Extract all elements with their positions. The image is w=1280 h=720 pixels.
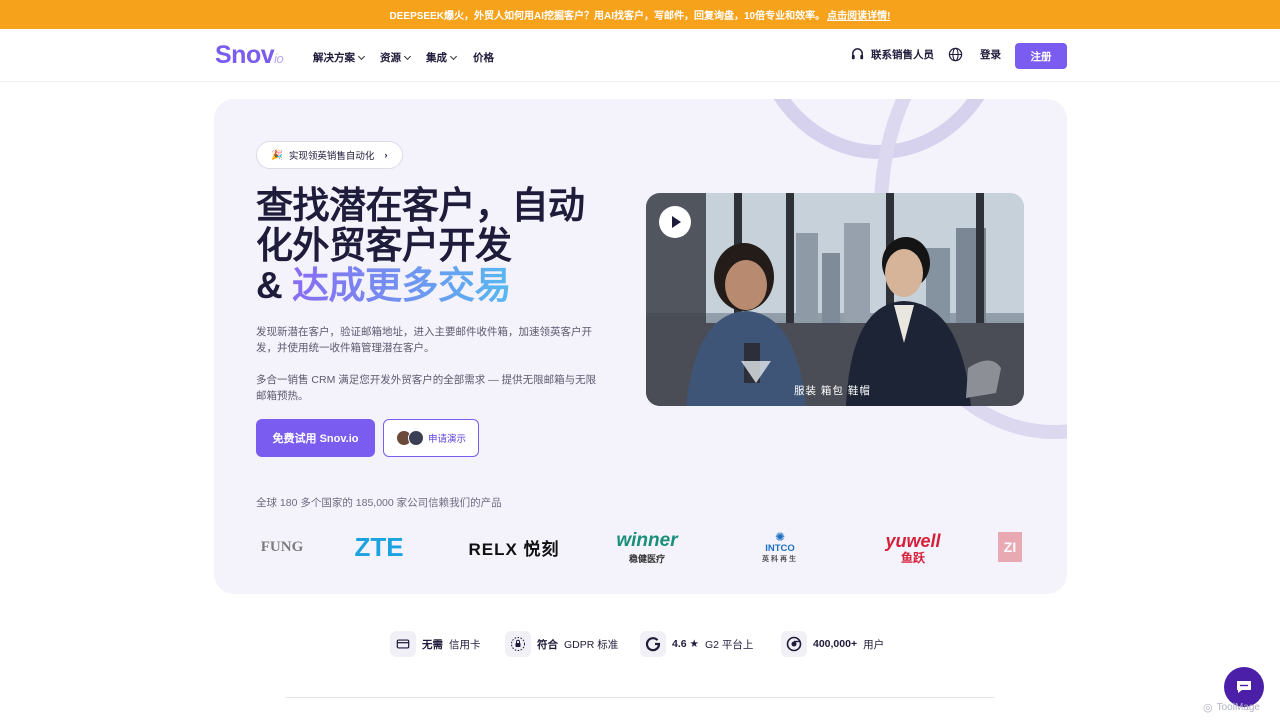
- top-announcement-banner: DEEPSEEK爆火，外贸人如何用AI挖掘客户？用AI找客户，写邮件，回复询盘，…: [0, 0, 1280, 29]
- play-button[interactable]: [659, 206, 691, 238]
- play-icon: [671, 216, 681, 228]
- signup-button[interactable]: 注册: [1015, 43, 1067, 69]
- logo-intco-en: INTCO: [765, 542, 795, 554]
- badge-text: GDPR 标准: [564, 638, 619, 651]
- globe-icon: [948, 47, 963, 62]
- badge-strong: 4.6 ★: [672, 638, 699, 650]
- nav-resources-label: 资源: [380, 52, 401, 64]
- badge-users: 400,000+ 用户: [781, 630, 884, 658]
- logo-main: Snov: [215, 41, 275, 69]
- nav-integrations[interactable]: 集成: [426, 50, 458, 65]
- login-link[interactable]: 登录: [980, 47, 1001, 62]
- request-demo-label: 申请演示: [427, 434, 466, 445]
- logo-intco-cn: 英科再生: [762, 555, 798, 563]
- contact-sales-link[interactable]: 联系销售人员: [850, 47, 934, 62]
- banner-link[interactable]: 点击阅读详情!: [827, 7, 890, 22]
- logo-fung: FUNG: [260, 538, 304, 555]
- signup-label: 注册: [1030, 50, 1052, 63]
- feature-pill-label: 实现领英销售自动化: [288, 151, 375, 162]
- hero-section: 🎉 实现领英销售自动化 › 查找潜在客户，自动 化外贸客户开发 & 达成更多交易…: [214, 99, 1067, 594]
- party-icon: 🎉: [271, 149, 283, 161]
- nav-resources[interactable]: 资源: [380, 50, 412, 65]
- logo-zte: ZTE: [354, 531, 404, 562]
- chat-bubble-icon: [1237, 681, 1251, 693]
- nav-solutions[interactable]: 解决方案: [313, 50, 366, 65]
- logo-yuwell: yuwell 鱼跃: [878, 524, 948, 570]
- video-scene: [646, 193, 1024, 406]
- contact-sales-label: 联系销售人员: [871, 49, 934, 61]
- logo-winner-en: winner: [616, 529, 678, 551]
- credit-card-icon: [390, 631, 416, 657]
- hero-description-2: 多合一销售 CRM 满足您开发外贸客户的全部需求 — 提供无限邮箱与无限邮箱预热…: [256, 374, 597, 402]
- logo-intco: ✺ INTCO 英科再生: [756, 524, 804, 570]
- badge-text: 信用卡: [449, 638, 481, 651]
- chrome-icon: [781, 631, 807, 657]
- main-navbar: Snovio 解决方案 资源 集成 价格 联系销售人员 登录 注册: [0, 29, 1280, 82]
- customer-logos-strip: FUNG ZTE RELX 悦刻 winner 稳健医疗 ✺ INTCO 英科再…: [256, 524, 1026, 570]
- badge-text: G2 平台上: [704, 638, 754, 651]
- chevron-down-icon: [403, 52, 412, 60]
- watermark: ◎ ToolMage: [1203, 701, 1260, 714]
- headset-icon: [851, 48, 864, 60]
- badge-strong: 符合: [537, 638, 558, 651]
- section-divider: [286, 697, 994, 698]
- logo-winner-cn: 稳健医疗: [628, 553, 665, 564]
- chevron-down-icon: [449, 52, 458, 60]
- free-trial-label: 免费试用 Snov.io: [272, 433, 359, 445]
- hero-title: 查找潜在客户，自动 化外贸客户开发 & 达成更多交易: [256, 186, 616, 306]
- hero-description-1: 发现新潜在客户，验证邮箱地址，进入主要邮件收件箱，加速领英客户开发，并使用统一收…: [256, 326, 592, 354]
- watermark-icon: ◎: [1203, 702, 1213, 714]
- snovio-logo[interactable]: Snovio: [215, 41, 284, 70]
- hero-video[interactable]: 服装 箱包 鞋帽: [646, 193, 1024, 406]
- chevron-right-icon: ›: [384, 149, 388, 161]
- badge-text: 用户: [863, 638, 885, 651]
- login-label: 登录: [980, 49, 1001, 61]
- logo-yuwell-en: yuwell: [885, 530, 941, 551]
- request-demo-button[interactable]: 申请演示: [383, 419, 479, 457]
- free-trial-button[interactable]: 免费试用 Snov.io: [256, 419, 375, 457]
- banner-text: DEEPSEEK爆火，外贸人如何用AI挖掘客户？用AI找客户，写邮件，回复询盘，…: [389, 11, 826, 22]
- badge-g2-rating: 4.6 ★ G2 平台上: [640, 630, 753, 658]
- logo-zi: ZI: [998, 532, 1022, 562]
- trust-statement: 全球 180 多个国家的 185,000 家公司信赖我们的产品: [256, 497, 502, 509]
- sunburst-icon: ✺: [774, 529, 786, 544]
- avatar: [407, 430, 424, 446]
- g2-icon: [640, 631, 666, 657]
- badge-strong: 无需: [422, 638, 443, 651]
- hero-title-prefix: &: [256, 265, 292, 306]
- hero-title-line3: & 达成更多交易: [256, 266, 616, 306]
- chevron-down-icon: [357, 52, 366, 60]
- badge-strong: 400,000+: [813, 638, 858, 650]
- logo-relx: RELX 悦刻: [468, 539, 560, 559]
- nav-solutions-label: 解决方案: [313, 52, 355, 64]
- badge-no-credit-card: 无需 信用卡: [390, 630, 481, 658]
- nav-pricing[interactable]: 价格: [473, 50, 494, 65]
- feature-pill[interactable]: 🎉 实现领英销售自动化 ›: [256, 141, 403, 169]
- gdpr-lock-icon: [505, 631, 531, 657]
- nav-integrations-label: 集成: [426, 52, 447, 64]
- hero-title-line1: 查找潜在客户，自动: [256, 185, 585, 226]
- hero-title-line2: 化外贸客户开发: [256, 225, 512, 266]
- badge-gdpr: 符合 GDPR 标准: [505, 630, 618, 658]
- video-subtitle: 服装 箱包 鞋帽: [794, 385, 871, 397]
- logo-winner: winner 稳健医疗: [606, 524, 688, 570]
- language-selector[interactable]: [948, 47, 963, 62]
- logo-yuwell-cn: 鱼跃: [900, 550, 925, 565]
- watermark-text: ToolMage: [1216, 702, 1260, 713]
- logo-suffix: io: [274, 51, 284, 66]
- nav-pricing-label: 价格: [473, 52, 494, 64]
- hero-title-highlight: 达成更多交易: [292, 265, 512, 306]
